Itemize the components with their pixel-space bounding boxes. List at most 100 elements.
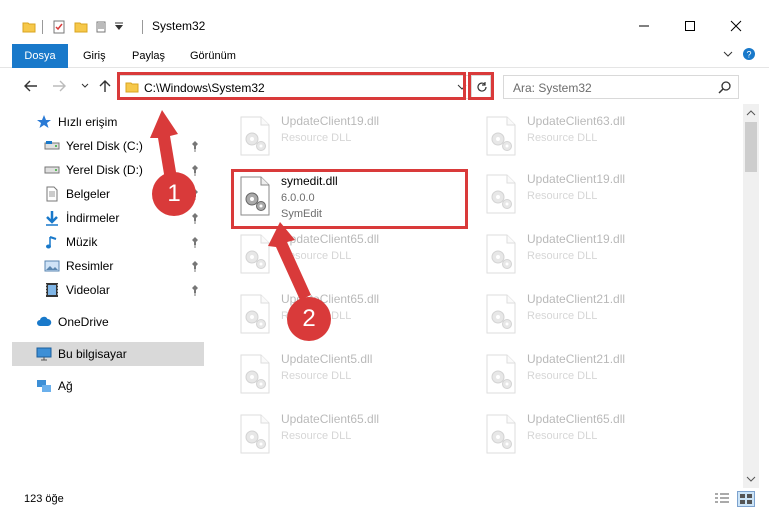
file-tile[interactable]: symedit.dll 6.0.0.0 SymEdit (229, 168, 469, 224)
file-tile[interactable]: UpdateClient65.dll Resource DLL (229, 406, 469, 462)
back-button[interactable] (22, 77, 40, 95)
file-name: UpdateClient19.dll (527, 232, 626, 246)
properties-icon[interactable] (52, 20, 66, 34)
tab-file[interactable]: Dosya (12, 44, 68, 68)
chevron-down-icon[interactable] (456, 80, 468, 94)
file-description: Resource DLL (527, 250, 598, 262)
new-folder-icon[interactable] (74, 20, 88, 34)
status-bar: 123 öğe (0, 488, 769, 519)
sidebar-item-videos[interactable]: Videolar (12, 278, 204, 302)
file-tile[interactable]: UpdateClient19.dll Resource DLL (475, 166, 715, 222)
file-name: UpdateClient65.dll (281, 412, 380, 426)
documents-icon (46, 186, 58, 202)
file-tile[interactable]: UpdateClient65.dllResource DLL (475, 406, 715, 462)
tab-view[interactable]: Görünüm (180, 44, 246, 68)
close-button[interactable] (721, 14, 751, 38)
dll-file-icon (479, 292, 523, 336)
maximize-icon (685, 21, 695, 31)
file-tile[interactable]: UpdateClient21.dll Resource DLL (475, 346, 715, 402)
file-name: UpdateClient65.dll (527, 412, 626, 426)
arrow-left-icon (24, 80, 37, 92)
file-tile[interactable]: UpdateClient5.dll Resource DLL (229, 346, 469, 402)
item-count: 123 öğe (24, 493, 64, 505)
ribbon: Dosya Giriş Paylaş Görünüm ? (0, 44, 769, 68)
scroll-down-icon[interactable] (746, 474, 756, 484)
file-description: Resource DLL (527, 370, 598, 382)
address-bar[interactable]: C:\Windows\System32 (118, 75, 491, 99)
file-tile[interactable]: UpdateClient21.dll Resource DLL (475, 286, 715, 342)
sidebar-item-label: Hızlı erişim (58, 115, 118, 129)
dll-file-icon (479, 352, 523, 396)
tab-share[interactable]: Paylaş (122, 44, 175, 68)
maximize-button[interactable] (675, 14, 705, 38)
star-icon (37, 115, 51, 128)
pin-icon[interactable] (190, 236, 200, 248)
file-tile[interactable]: UpdateClient65.dllResource DLL (229, 286, 469, 342)
sidebar-item-label: Bu bilgisayar (58, 347, 127, 361)
sidebar-item-onedrive[interactable]: OneDrive (12, 310, 204, 334)
file-description: Resource DLL (281, 132, 352, 144)
step-1-badge: 1 (152, 172, 196, 216)
file-tile[interactable]: UpdateClient63.dll Resource DLL (475, 108, 715, 164)
dll-file-icon (233, 352, 277, 396)
refresh-button[interactable] (471, 76, 491, 98)
navigation-bar: C:\Windows\System32 Ara: System32 (0, 68, 769, 104)
file-list: UpdateClient19.dll Resource DLL UpdateClie… (207, 104, 743, 488)
sidebar-item-label: Belgeler (66, 187, 111, 201)
file-description: Resource DLL (281, 430, 352, 442)
pin-icon[interactable] (190, 260, 200, 272)
drive-icon (44, 166, 60, 174)
file-tile[interactable]: UpdateClient19.dll Resource DLL (229, 108, 469, 164)
sidebar-item-pictures[interactable]: Resimler (12, 254, 204, 278)
vertical-scrollbar[interactable] (743, 104, 759, 488)
scroll-thumb[interactable] (745, 122, 757, 172)
up-button[interactable] (96, 77, 114, 95)
sidebar-item-label: Yerel Disk (C:) (66, 139, 143, 153)
minimize-button[interactable] (629, 14, 659, 38)
refresh-icon (476, 82, 487, 92)
music-icon (46, 236, 57, 249)
svg-text:?: ? (746, 50, 751, 60)
file-name: UpdateClient21.dll (527, 352, 626, 366)
file-description: Resource DLL (527, 310, 598, 322)
customize-icon[interactable] (96, 20, 110, 34)
tiles-view-icon[interactable] (737, 491, 755, 507)
file-description: Resource DLL (281, 250, 352, 262)
pin-icon[interactable] (190, 140, 200, 152)
sidebar-item-quick-access[interactable]: Hızlı erişim (12, 110, 204, 134)
scroll-up-icon[interactable] (746, 108, 756, 118)
pin-icon[interactable] (190, 164, 200, 176)
navigation-pane: Hızlı erişim Yerel Disk (C:) Yerel Disk … (0, 104, 207, 488)
pin-icon[interactable] (190, 284, 200, 296)
search-icon[interactable] (718, 80, 732, 94)
file-tile[interactable]: UpdateClient65.dllResource DLL (229, 226, 469, 282)
search-box[interactable]: Ara: System32 (503, 75, 739, 99)
sidebar-item-music[interactable]: Müzik (12, 230, 204, 254)
dll-file-icon (233, 412, 277, 456)
folder-icon[interactable] (22, 20, 36, 34)
sidebar-item-label: İndirmeler (66, 211, 120, 225)
help-icon[interactable]: ? (742, 47, 756, 61)
sidebar-item-network[interactable]: Ağ (12, 374, 204, 398)
window-title: System32 (152, 19, 206, 33)
title-bar: System32 (0, 0, 769, 44)
file-tile[interactable]: UpdateClient19.dll Resource DLL (475, 226, 715, 282)
forward-button[interactable] (50, 77, 68, 95)
file-name: UpdateClient19.dll (527, 172, 626, 186)
sidebar-item-local-disk-c[interactable]: Yerel Disk (C:) (12, 134, 204, 158)
recent-locations-button[interactable] (76, 77, 94, 95)
downloads-icon (46, 211, 58, 226)
details-view-icon[interactable] (713, 491, 731, 507)
chevron-down-icon[interactable] (112, 20, 126, 34)
dll-file-icon (233, 114, 277, 158)
dll-file-icon (233, 174, 277, 218)
expand-ribbon-icon[interactable] (722, 48, 734, 60)
sidebar-item-this-pc[interactable]: Bu bilgisayar (12, 342, 204, 366)
file-name: UpdateClient19.dll (281, 114, 380, 128)
drive-icon (44, 141, 60, 150)
sidebar-item-label: Müzik (66, 235, 98, 249)
pin-icon[interactable] (190, 212, 200, 224)
dll-file-icon (479, 232, 523, 276)
file-description: 6.0.0.0 (281, 192, 315, 204)
tab-home[interactable]: Giriş (73, 44, 116, 68)
